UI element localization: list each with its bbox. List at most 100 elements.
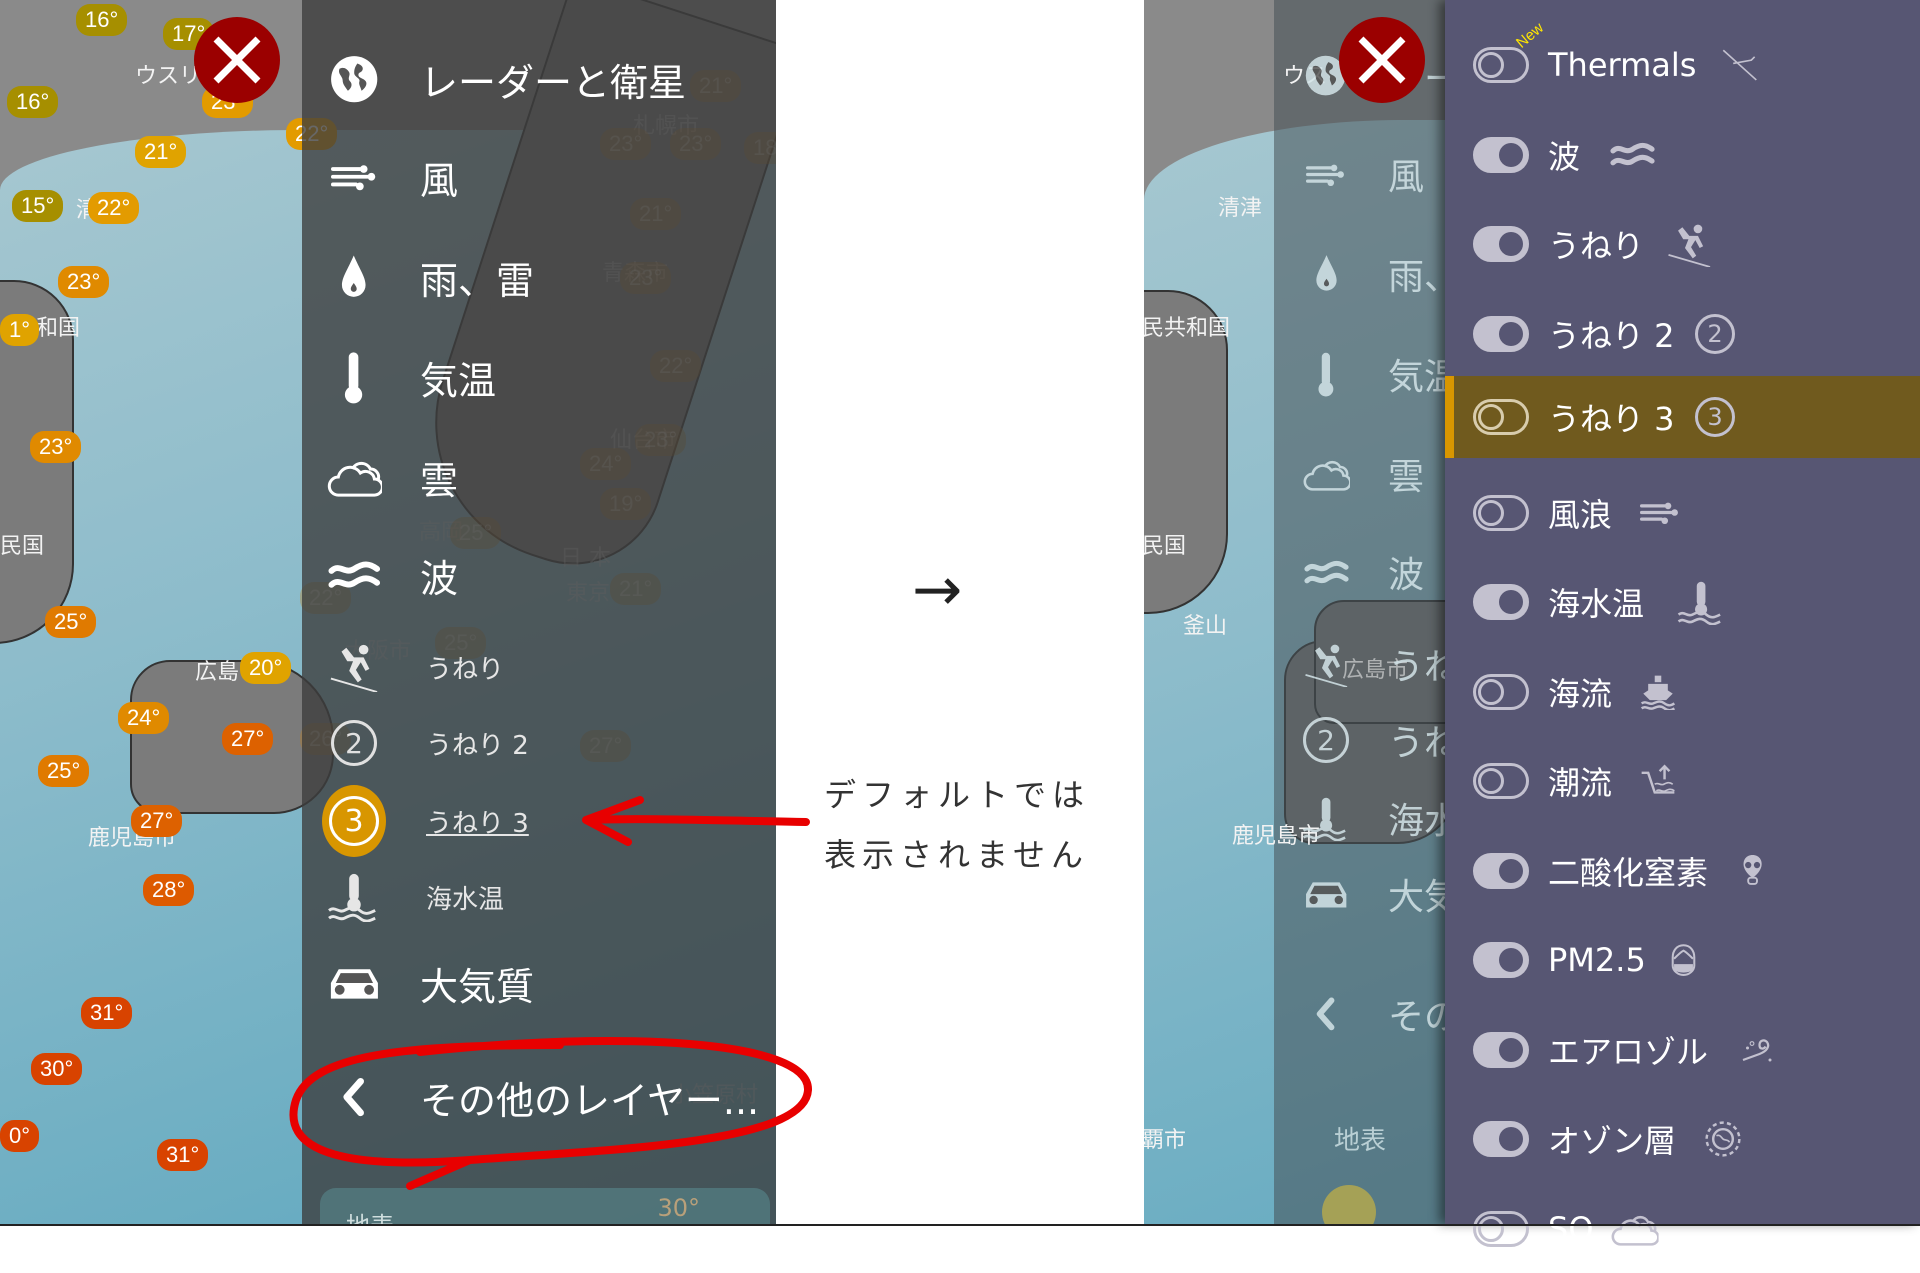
layer-toggle[interactable] [1473,226,1529,262]
layer-row[interactable]: 波 [1445,111,1920,199]
arrow-right-icon: → [912,555,963,625]
layer-name: 風浪 [1548,495,1613,534]
layer-row[interactable]: SO [1445,1185,1920,1273]
annotation-note-line1: デフォルトでは [824,776,1091,814]
layer-toggle[interactable] [1473,942,1529,978]
layer-icon-wrap [1665,222,1714,267]
layer-toggle[interactable] [1473,494,1529,531]
layer-icon-wrap [1640,674,1676,710]
menu-item[interactable]: 雲 [1294,442,1424,506]
layer-toggle[interactable] [1473,47,1529,83]
cloud-icon [1302,455,1351,493]
layer-name: Thermals [1548,46,1697,84]
layer-row[interactable]: 潮流 [1445,737,1920,825]
layer-row[interactable]: 風浪 [1445,469,1920,557]
layer-toggle[interactable] [1473,399,1529,435]
layer-icon-wrap [1740,853,1765,887]
layer-toggle[interactable] [1473,136,1529,173]
menu-item[interactable]: 大気 [1294,862,1460,926]
layer-icon-wrap [1640,499,1680,526]
red-circle-highlight [289,1036,813,1190]
layer-icon-wrap [1720,48,1760,82]
menu-item-label: 波 [1388,555,1425,596]
wind-icon [1306,161,1346,188]
cloud-icon [1610,1210,1659,1248]
surfer-icon [1302,642,1351,687]
gas-mask-icon [1740,853,1765,887]
chevron-left-icon [1313,995,1338,1033]
menu-item-label: 風 [1388,157,1425,198]
layer-name: うねり 3 [1548,400,1675,438]
layer-name: うねり [1548,227,1645,265]
layer-name: SO [1548,1209,1594,1248]
layer-toggle[interactable] [1473,1121,1529,1157]
layer-name: 海水温 [1548,585,1645,623]
menu-item[interactable]: 風 [1294,142,1424,206]
sea-temperature-icon [1675,580,1727,625]
number-2-icon: 2 [1695,313,1735,354]
aerosol-icon [1740,1036,1776,1063]
layer-name: PM2.5 [1548,941,1646,979]
layer-name: 潮流 [1548,764,1613,802]
close-button[interactable] [1339,17,1425,103]
menu-item[interactable]: 雨、 [1294,242,1460,306]
ship-icon [1640,674,1676,710]
layer-toggle[interactable] [1473,852,1529,889]
menu-item[interactable]: 海水 [1294,786,1460,850]
layer-name: うねり 2 [1548,316,1675,355]
layer-icon-wrap [1670,943,1697,977]
menu-item[interactable]: その [1294,982,1460,1046]
layer-name: 波 [1548,137,1581,176]
layer-toggle[interactable] [1473,584,1529,620]
layer-toggle[interactable] [1473,1210,1529,1247]
rain-drop-icon [1313,253,1340,294]
map-place-label: 民共和国 [1144,316,1231,341]
number-3-icon: 3 [1695,397,1735,437]
layer-icon-wrap [1640,763,1676,799]
layer-name: 二酸化窒素 [1548,853,1709,892]
layer-icon-wrap [1675,580,1727,625]
map-place-label: 清津 [1218,196,1263,221]
layer-toggle[interactable] [1473,763,1529,799]
glider-icon [1720,48,1760,82]
menu-item[interactable]: 波 [1294,540,1424,604]
layer-name: オゾン層 [1548,1122,1677,1160]
menu-item[interactable]: 気温 [1294,342,1460,406]
menu-item[interactable]: うね [1294,632,1460,696]
layer-icon-wrap [1740,1036,1776,1063]
layer-toggle[interactable] [1473,1031,1529,1068]
layer-toggle[interactable] [1473,315,1529,352]
waves-icon [1610,139,1655,170]
layer-name: 海流 [1548,674,1613,713]
map-place-label: 民国 [1144,534,1187,559]
menu-item[interactable]: 2 うね [1294,708,1460,772]
face-mask-icon [1670,943,1697,977]
layer-row[interactable]: うねり [1445,200,1920,288]
wind-icon [1640,499,1680,526]
map-place-label: 釜山 [1183,614,1228,639]
layer-toggle[interactable] [1473,673,1529,710]
new-badge: New [1513,19,1547,52]
surface-label: 地表 [1334,1126,1387,1156]
layer-row[interactable]: New Thermals [1445,19,1920,109]
car-icon [1301,877,1351,911]
layer-row[interactable]: うねり 3 3 [1445,376,1920,458]
ozone-icon [1705,1121,1741,1157]
layer-icon-wrap: 2 [1695,313,1735,354]
red-arrow-line [584,815,810,826]
layer-icon-wrap [1705,1121,1741,1157]
number-2-icon: 2 [1303,717,1349,763]
layer-row[interactable]: PM2.5 [1445,916,1920,1004]
more-layers-panel: New Thermals 波 うねり うねり 2 2 うねり 3 3 風浪 海水… [1445,0,1920,1248]
layer-row[interactable]: エアロゾル [1445,1006,1920,1094]
close-icon [1358,36,1406,84]
layer-icon-wrap: 3 [1695,397,1735,437]
thermometer-icon [1316,349,1336,399]
layer-row[interactable]: 海流 [1445,648,1920,736]
tide-icon [1640,763,1676,799]
layer-row[interactable]: オゾン層 [1445,1095,1920,1183]
map-place-label: 覇市 [1144,1128,1187,1153]
layer-row[interactable]: 海水温 [1445,558,1920,646]
layer-row[interactable]: うねり 2 2 [1445,290,1920,378]
layer-row[interactable]: 二酸化窒素 [1445,827,1920,915]
